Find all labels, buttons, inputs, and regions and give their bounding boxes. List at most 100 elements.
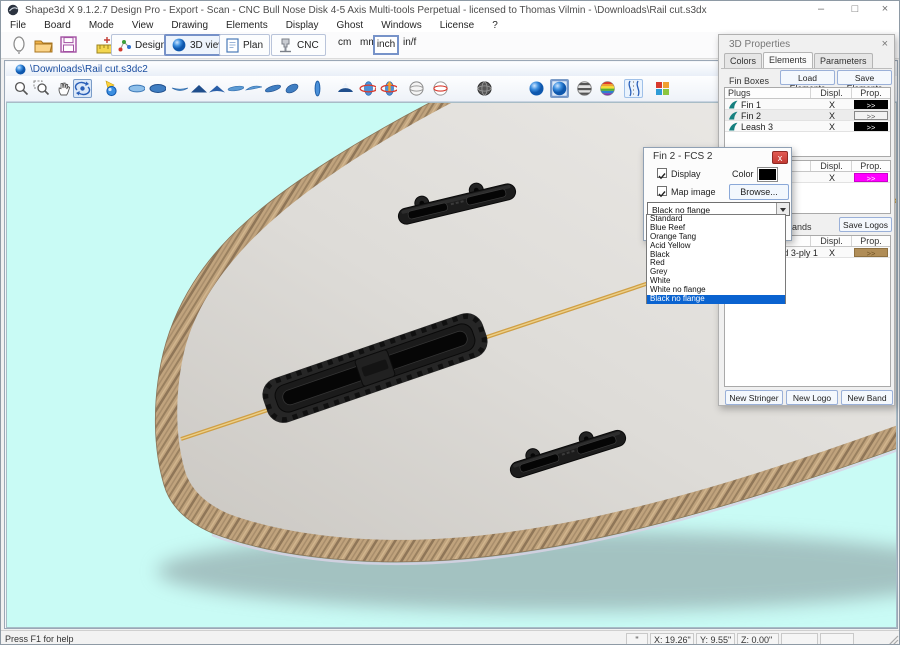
- menu-mode[interactable]: Mode: [80, 20, 123, 31]
- fin-color-swatch[interactable]: [757, 167, 778, 182]
- panel-close-icon[interactable]: ×: [882, 38, 888, 50]
- plug-prop-button[interactable]: >>: [854, 122, 888, 131]
- thickness-view-icon[interactable]: [170, 79, 189, 98]
- rail-view-2-icon[interactable]: [244, 79, 263, 98]
- pan-hand-icon[interactable]: [55, 79, 74, 98]
- unit-cm[interactable]: cm: [338, 37, 351, 48]
- dropdown-option[interactable]: White no flange: [647, 286, 785, 295]
- logos-header-prop[interactable]: Prop.: [853, 161, 889, 171]
- dropdown-option[interactable]: Orange Tang: [647, 233, 785, 242]
- logo-prop-button[interactable]: >>: [854, 173, 888, 182]
- resize-grip[interactable]: [887, 634, 899, 645]
- sphere-wireframe-icon[interactable]: [475, 79, 494, 98]
- plug-displ[interactable]: X: [812, 110, 852, 121]
- tab-colors[interactable]: Colors: [724, 53, 762, 68]
- dropdown-option[interactable]: Blue Reef: [647, 224, 785, 233]
- plug-prop-button[interactable]: >>: [854, 100, 888, 109]
- plug-prop-button[interactable]: >>: [854, 111, 888, 120]
- save-icon[interactable]: [60, 36, 78, 54]
- open-folder-icon[interactable]: [34, 36, 54, 54]
- plug-row-leash3[interactable]: Leash 3 X >>: [725, 121, 890, 132]
- profile-view-icon[interactable]: [308, 79, 327, 98]
- dropdown-option[interactable]: Red: [647, 259, 785, 268]
- menu-elements[interactable]: Elements: [217, 20, 277, 31]
- dropdown-option[interactable]: Grey: [647, 268, 785, 277]
- unit-inf[interactable]: in/f: [403, 37, 416, 48]
- stringer-displ[interactable]: X: [812, 247, 852, 258]
- save-elements-button[interactable]: Save Elements: [837, 70, 892, 85]
- close-button[interactable]: ×: [871, 1, 899, 18]
- plug-row-fin2[interactable]: Fin 2 X >>: [725, 110, 890, 121]
- tab-parameters[interactable]: Parameters: [814, 53, 873, 68]
- window-title: Shape3d X 9.1.2.7 Design Pro - Export - …: [25, 5, 707, 16]
- minimize-button[interactable]: –: [807, 1, 835, 18]
- rotate-3d-icon[interactable]: [73, 79, 92, 98]
- render-rainbow-icon[interactable]: [598, 79, 617, 98]
- menu-file[interactable]: File: [1, 20, 35, 31]
- plug-name: Fin 2: [741, 111, 761, 121]
- dropdown-option-selected[interactable]: Black no flange: [647, 295, 785, 304]
- front-view-icon[interactable]: [189, 79, 208, 98]
- menu-license[interactable]: License: [431, 20, 483, 31]
- logo-displ[interactable]: X: [812, 172, 852, 183]
- stringers-header-prop[interactable]: Prop.: [853, 236, 889, 246]
- rail-view-3-icon[interactable]: [263, 79, 282, 98]
- cnc-button[interactable]: CNC: [271, 34, 326, 56]
- tab-elements[interactable]: Elements: [763, 52, 813, 68]
- menu-drawing[interactable]: Drawing: [162, 20, 217, 31]
- display-checkbox[interactable]: [657, 168, 667, 178]
- new-logo-button[interactable]: New Logo: [786, 390, 838, 405]
- status-x-coord: X: 19.26": [650, 633, 694, 645]
- plugs-header-prop[interactable]: Prop.: [853, 88, 889, 98]
- unit-inch[interactable]: inch: [373, 35, 399, 55]
- new-board-icon[interactable]: [9, 35, 29, 55]
- deck-view-icon[interactable]: [148, 79, 167, 98]
- dropdown-option[interactable]: White: [647, 277, 785, 286]
- menu-view[interactable]: View: [123, 20, 163, 31]
- cnc-button-label: CNC: [297, 40, 319, 51]
- logos-header-displ[interactable]: Displ.: [812, 161, 852, 171]
- map-image-checkbox[interactable]: [657, 186, 667, 196]
- render-solid-box-icon[interactable]: [550, 79, 569, 98]
- maximize-button[interactable]: □: [841, 1, 869, 18]
- curvature-icon[interactable]: [624, 79, 643, 98]
- menu-windows[interactable]: Windows: [372, 20, 431, 31]
- stringers-header-displ[interactable]: Displ.: [812, 236, 852, 246]
- dropdown-option[interactable]: Acid Yellow: [647, 242, 785, 251]
- zoom-window-icon[interactable]: [32, 79, 51, 98]
- load-elements-button[interactable]: Load Elements: [780, 70, 835, 85]
- fin-dialog-close-button[interactable]: x: [772, 151, 788, 164]
- plugs-header-displ[interactable]: Displ.: [812, 88, 852, 98]
- plan-button[interactable]: Plan: [219, 34, 270, 56]
- render-bands-icon[interactable]: [575, 79, 594, 98]
- rail-view-4-icon[interactable]: [282, 79, 301, 98]
- light-icon[interactable]: [101, 79, 120, 98]
- plugs-header-name[interactable]: Plugs: [725, 88, 811, 98]
- plug-displ[interactable]: X: [812, 99, 852, 110]
- flip-board-icon[interactable]: [335, 79, 354, 98]
- plug-name: Leash 3: [741, 122, 773, 132]
- rail-view-1-icon[interactable]: [226, 79, 245, 98]
- browse-button[interactable]: Browse...: [729, 184, 789, 200]
- new-stringer-button[interactable]: New Stringer: [725, 390, 783, 405]
- sphere-outline-icon[interactable]: [407, 79, 426, 98]
- menu-board[interactable]: Board: [35, 20, 80, 31]
- stringer-prop-button[interactable]: >>: [854, 248, 888, 257]
- sphere-ring-icon[interactable]: [431, 79, 450, 98]
- rotate-x-icon[interactable]: [358, 79, 377, 98]
- rotate-z-icon[interactable]: [379, 79, 398, 98]
- render-solid-icon[interactable]: [527, 79, 546, 98]
- plug-row-fin1[interactable]: Fin 1 X >>: [725, 99, 890, 110]
- color-palette-icon[interactable]: [653, 79, 672, 98]
- save-logos-button[interactable]: Save Logos: [839, 217, 892, 232]
- menu-display[interactable]: Display: [277, 20, 328, 31]
- top-view-icon[interactable]: [127, 79, 146, 98]
- new-band-button[interactable]: New Band: [841, 390, 893, 405]
- dropdown-option[interactable]: Standard: [647, 215, 785, 224]
- plug-displ[interactable]: X: [812, 121, 852, 132]
- back-view-icon[interactable]: [207, 79, 226, 98]
- menu-ghost[interactable]: Ghost: [328, 20, 373, 31]
- dropdown-option[interactable]: Black: [647, 251, 785, 260]
- zoom-icon[interactable]: [12, 79, 31, 98]
- menu-help[interactable]: ?: [483, 20, 507, 31]
